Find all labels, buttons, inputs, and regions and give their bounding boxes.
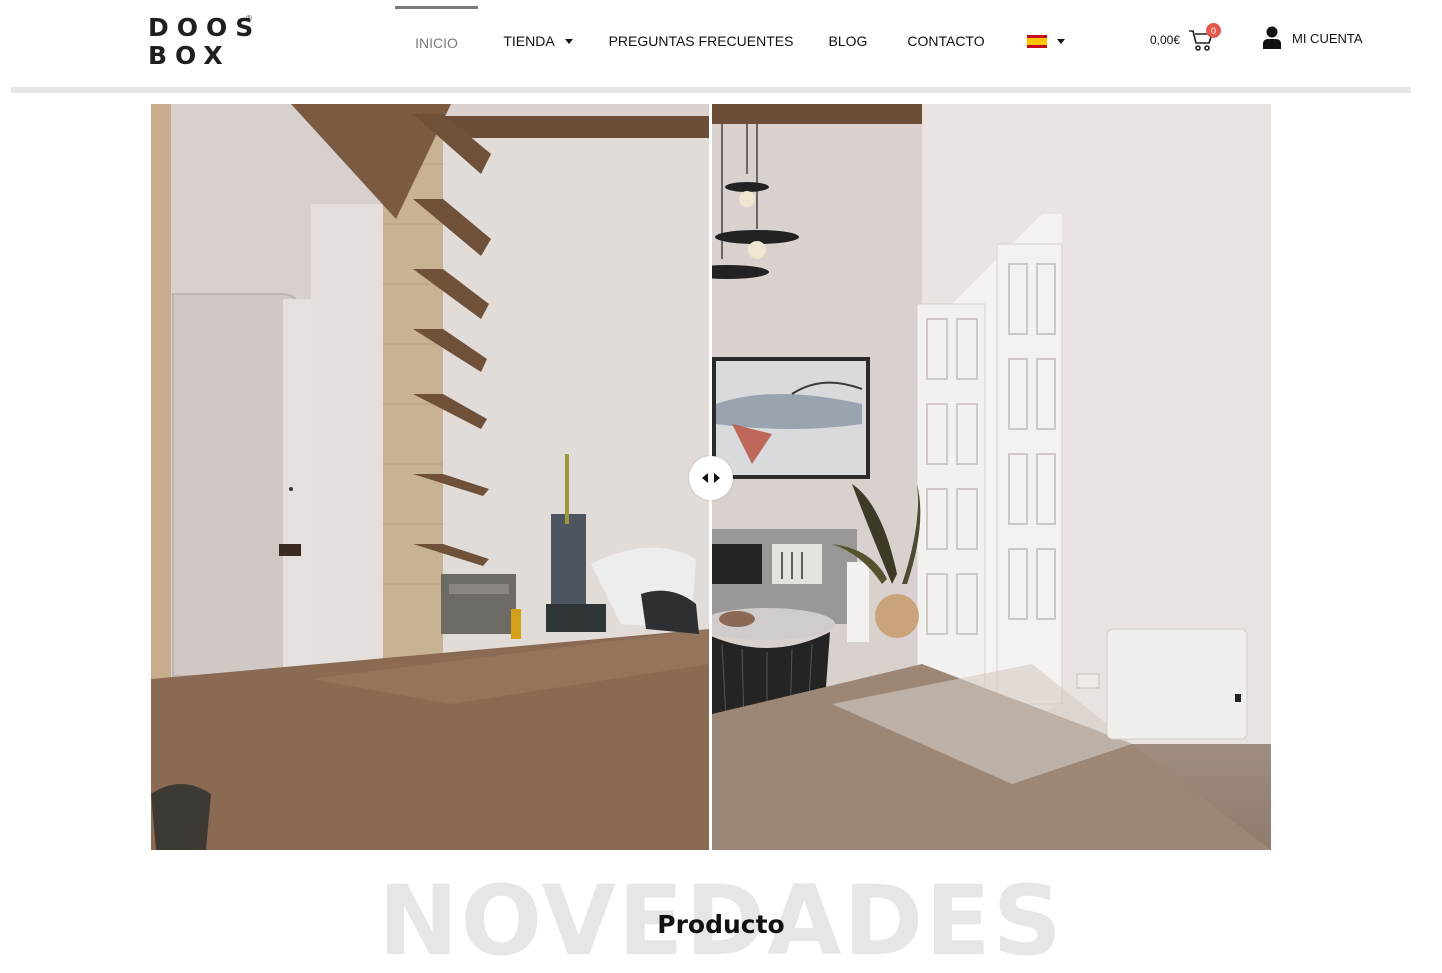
- cart-total: 0,00€: [1150, 33, 1181, 47]
- before-room-illustration: [151, 104, 710, 850]
- nav-item-label: CONTACTO: [907, 33, 985, 49]
- nav-item-preguntas-frecuentes[interactable]: PREGUNTAS FRECUENTES: [609, 6, 794, 76]
- chevron-down-icon: [564, 38, 573, 44]
- arrow-left-icon: [702, 473, 708, 483]
- header-divider: [11, 87, 1411, 93]
- after-room-illustration: [712, 104, 1271, 850]
- spain-flag-icon: [1027, 34, 1047, 48]
- registered-mark: ®: [246, 14, 252, 23]
- logo-line-2: BOX: [148, 41, 231, 70]
- nav-item-label: TIENDA: [503, 33, 555, 49]
- nav-item-contacto[interactable]: CONTACTO: [906, 6, 986, 76]
- site-header: DOOS BOX ® INICIO TIENDA PREGUNTAS FRECU…: [0, 0, 1442, 93]
- comparison-handle[interactable]: [689, 456, 733, 500]
- nav-item-label: BLOG: [828, 33, 868, 49]
- cart-count-badge: 0: [1206, 23, 1221, 38]
- before-after-slider[interactable]: [151, 104, 1271, 850]
- nav-item-inicio[interactable]: INICIO: [395, 6, 478, 76]
- nav-item-tienda[interactable]: TIENDA: [498, 6, 578, 76]
- site-logo[interactable]: DOOS BOX ®: [148, 14, 258, 72]
- after-image: [712, 104, 1271, 850]
- arrow-right-icon: [714, 473, 720, 483]
- nav-item-label: INICIO: [415, 34, 458, 51]
- account-label: MI CUENTA: [1292, 30, 1363, 46]
- nav-item-label: PREGUNTAS FRECUENTES: [608, 33, 794, 49]
- section-subtitle: Producto: [657, 910, 785, 939]
- cart-button[interactable]: 0,00€: [1150, 22, 1214, 58]
- before-image: [151, 104, 710, 850]
- account-link[interactable]: MI CUENTA: [1262, 24, 1363, 52]
- logo-line-1: DOOS: [148, 13, 262, 42]
- language-switcher[interactable]: [1021, 6, 1071, 76]
- user-icon: [1263, 26, 1281, 49]
- nav-item-blog[interactable]: BLOG: [825, 6, 871, 76]
- chevron-down-icon: [1057, 38, 1065, 44]
